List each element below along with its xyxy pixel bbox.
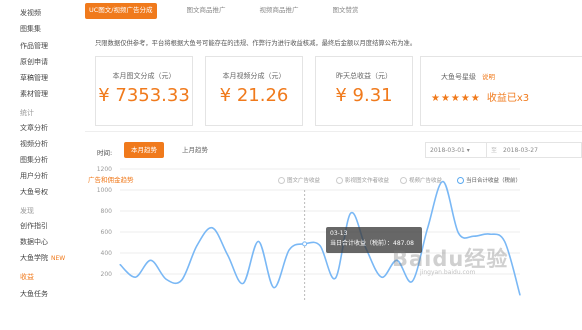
data-point[interactable] (411, 280, 413, 282)
series-line-daily-total (119, 180, 521, 296)
data-point[interactable] (273, 287, 275, 289)
data-point[interactable] (319, 245, 321, 247)
data-point[interactable] (427, 227, 429, 229)
revenue-line-chart: 1200 1000 800 600 400 200 (97, 166, 521, 300)
data-point[interactable] (227, 254, 229, 256)
data-point[interactable] (442, 181, 444, 183)
data-point[interactable] (211, 227, 213, 229)
data-point[interactable] (288, 249, 290, 251)
data-point[interactable] (380, 276, 383, 278)
y-tick-label: 1200 (97, 166, 112, 173)
data-point[interactable] (134, 276, 136, 278)
data-point[interactable] (242, 282, 244, 285)
data-point[interactable] (180, 279, 183, 281)
y-tick-label: 200 (101, 271, 113, 278)
baidu-watermark-url: jingyan.baidu.com (420, 269, 476, 276)
data-point[interactable] (350, 212, 352, 214)
data-point[interactable] (150, 259, 152, 261)
data-point[interactable] (196, 245, 198, 247)
data-point[interactable] (504, 240, 506, 243)
data-point[interactable] (257, 240, 260, 243)
y-tick-label: 400 (101, 250, 113, 257)
y-tick-label: 1000 (97, 187, 112, 194)
tooltip-date: 03-13 (330, 230, 348, 237)
data-point[interactable] (519, 294, 521, 296)
y-tick-label: 800 (101, 208, 113, 215)
data-point[interactable] (473, 235, 475, 237)
data-point[interactable] (457, 232, 460, 234)
data-point[interactable] (488, 233, 490, 235)
y-tick-label: 600 (101, 229, 113, 236)
data-point[interactable] (334, 277, 336, 279)
data-point[interactable] (165, 278, 167, 280)
data-point[interactable] (119, 263, 121, 266)
data-point[interactable] (302, 241, 308, 247)
